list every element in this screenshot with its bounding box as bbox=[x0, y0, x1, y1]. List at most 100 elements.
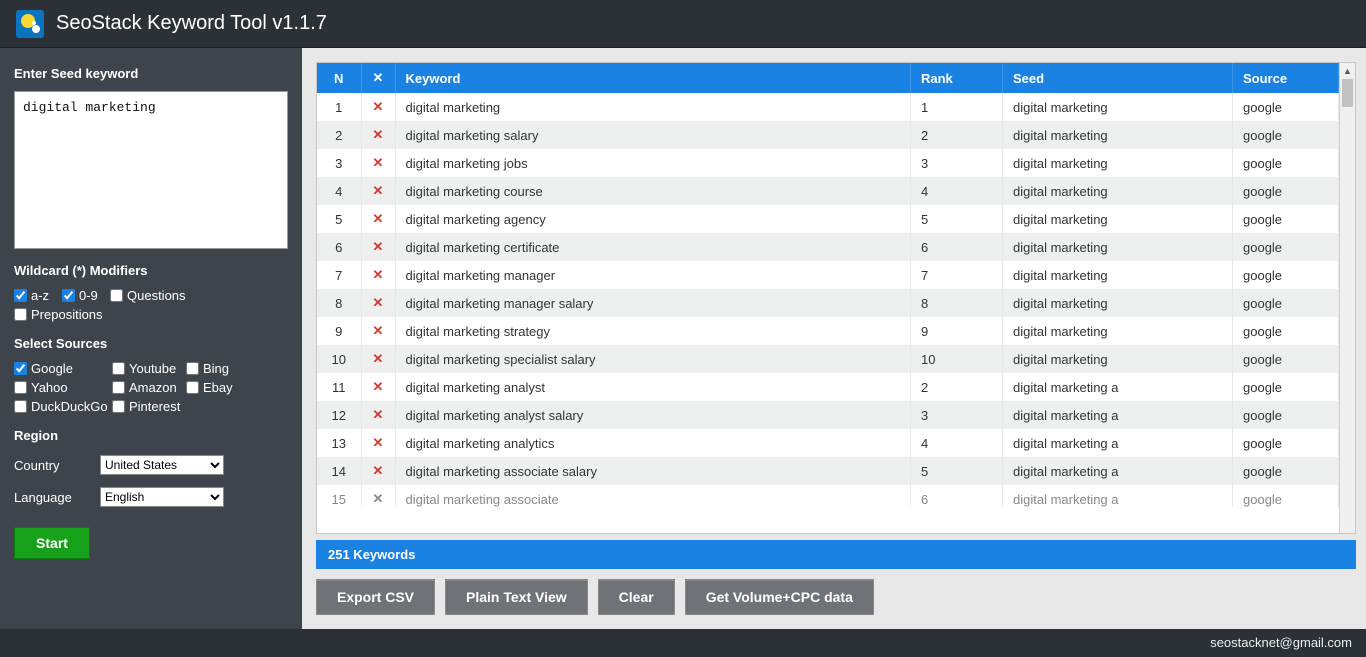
remove-row-icon[interactable]: ✕ bbox=[361, 429, 395, 457]
plain-text-button[interactable]: Plain Text View bbox=[445, 579, 588, 615]
scroll-up-icon[interactable]: ▲ bbox=[1340, 63, 1355, 79]
source-checkbox[interactable] bbox=[14, 381, 27, 394]
modifier-checkbox[interactable] bbox=[14, 308, 27, 321]
start-button[interactable]: Start bbox=[14, 527, 90, 559]
remove-row-icon[interactable]: ✕ bbox=[361, 457, 395, 485]
source-checkbox[interactable] bbox=[14, 400, 27, 413]
cell-n: 9 bbox=[317, 317, 361, 345]
col-header-n[interactable]: N bbox=[317, 63, 361, 93]
remove-row-icon[interactable]: ✕ bbox=[361, 317, 395, 345]
source-youtube[interactable]: Youtube bbox=[112, 361, 184, 376]
col-header-source[interactable]: Source bbox=[1233, 63, 1339, 93]
source-pinterest[interactable]: Pinterest bbox=[112, 399, 184, 414]
cell-source: google bbox=[1233, 177, 1339, 205]
source-label: DuckDuckGo bbox=[31, 399, 108, 414]
remove-row-icon[interactable]: ✕ bbox=[361, 93, 395, 121]
table-row[interactable]: 3✕digital marketing jobs3digital marketi… bbox=[317, 149, 1339, 177]
remove-row-icon[interactable]: ✕ bbox=[361, 373, 395, 401]
volume-cpc-button[interactable]: Get Volume+CPC data bbox=[685, 579, 874, 615]
seed-label: Enter Seed keyword bbox=[14, 66, 288, 81]
cell-source: google bbox=[1233, 261, 1339, 289]
modifier-checkbox[interactable] bbox=[14, 289, 27, 302]
table-row[interactable]: 15✕digital marketing associate6digital m… bbox=[317, 485, 1339, 507]
remove-row-icon[interactable]: ✕ bbox=[361, 401, 395, 429]
country-select[interactable]: United States bbox=[100, 455, 224, 475]
remove-row-icon[interactable]: ✕ bbox=[361, 485, 395, 507]
seed-input[interactable] bbox=[14, 91, 288, 249]
cell-rank: 4 bbox=[911, 429, 1003, 457]
source-label: Ebay bbox=[203, 380, 233, 395]
cell-source: google bbox=[1233, 93, 1339, 121]
modifier-09[interactable]: 0-9 bbox=[62, 288, 108, 303]
remove-row-icon[interactable]: ✕ bbox=[361, 205, 395, 233]
main-panel: N ✕ Keyword Rank Seed Source 1✕digital m… bbox=[302, 48, 1366, 629]
table-row[interactable]: 6✕digital marketing certificate6digital … bbox=[317, 233, 1339, 261]
language-label: Language bbox=[14, 490, 92, 505]
cell-rank: 9 bbox=[911, 317, 1003, 345]
remove-row-icon[interactable]: ✕ bbox=[361, 233, 395, 261]
source-yahoo[interactable]: Yahoo bbox=[14, 380, 110, 395]
cell-n: 4 bbox=[317, 177, 361, 205]
table-row[interactable]: 10✕digital marketing specialist salary10… bbox=[317, 345, 1339, 373]
source-duckduckgo[interactable]: DuckDuckGo bbox=[14, 399, 110, 414]
col-header-keyword[interactable]: Keyword bbox=[395, 63, 911, 93]
clear-button[interactable]: Clear bbox=[598, 579, 675, 615]
cell-rank: 10 bbox=[911, 345, 1003, 373]
cell-keyword: digital marketing agency bbox=[395, 205, 911, 233]
cell-keyword: digital marketing associate bbox=[395, 485, 911, 507]
footer: seostacknet@gmail.com bbox=[0, 629, 1366, 657]
table-row[interactable]: 9✕digital marketing strategy9digital mar… bbox=[317, 317, 1339, 345]
table-row[interactable]: 5✕digital marketing agency5digital marke… bbox=[317, 205, 1339, 233]
source-checkbox[interactable] bbox=[112, 400, 125, 413]
source-checkbox[interactable] bbox=[112, 362, 125, 375]
cell-seed: digital marketing bbox=[1003, 317, 1233, 345]
cell-keyword: digital marketing bbox=[395, 93, 911, 121]
col-header-seed[interactable]: Seed bbox=[1003, 63, 1233, 93]
source-checkbox[interactable] bbox=[112, 381, 125, 394]
remove-row-icon[interactable]: ✕ bbox=[361, 177, 395, 205]
source-label: Amazon bbox=[129, 380, 177, 395]
scroll-thumb[interactable] bbox=[1342, 79, 1353, 107]
export-csv-button[interactable]: Export CSV bbox=[316, 579, 435, 615]
modifier-label: Prepositions bbox=[31, 307, 103, 322]
col-header-remove[interactable]: ✕ bbox=[361, 63, 395, 93]
table-row[interactable]: 2✕digital marketing salary2digital marke… bbox=[317, 121, 1339, 149]
col-header-rank[interactable]: Rank bbox=[911, 63, 1003, 93]
table-row[interactable]: 7✕digital marketing manager7digital mark… bbox=[317, 261, 1339, 289]
summary-bar: 251 Keywords bbox=[316, 540, 1356, 569]
modifier-az[interactable]: a-z bbox=[14, 288, 60, 303]
source-amazon[interactable]: Amazon bbox=[112, 380, 184, 395]
remove-row-icon[interactable]: ✕ bbox=[361, 289, 395, 317]
cell-keyword: digital marketing associate salary bbox=[395, 457, 911, 485]
table-row[interactable]: 12✕digital marketing analyst salary3digi… bbox=[317, 401, 1339, 429]
table-row[interactable]: 1✕digital marketing1digital marketinggoo… bbox=[317, 93, 1339, 121]
table-row[interactable]: 13✕digital marketing analytics4digital m… bbox=[317, 429, 1339, 457]
source-checkbox[interactable] bbox=[186, 362, 199, 375]
cell-seed: digital marketing bbox=[1003, 121, 1233, 149]
table-row[interactable]: 8✕digital marketing manager salary8digit… bbox=[317, 289, 1339, 317]
source-bing[interactable]: Bing bbox=[186, 361, 246, 376]
modifier-label: 0-9 bbox=[79, 288, 98, 303]
remove-row-icon[interactable]: ✕ bbox=[361, 149, 395, 177]
cell-seed: digital marketing bbox=[1003, 261, 1233, 289]
source-google[interactable]: Google bbox=[14, 361, 110, 376]
source-checkbox[interactable] bbox=[14, 362, 27, 375]
cell-seed: digital marketing bbox=[1003, 233, 1233, 261]
remove-row-icon[interactable]: ✕ bbox=[361, 261, 395, 289]
table-row[interactable]: 14✕digital marketing associate salary5di… bbox=[317, 457, 1339, 485]
table-row[interactable]: 11✕digital marketing analyst2digital mar… bbox=[317, 373, 1339, 401]
modifier-checkbox[interactable] bbox=[110, 289, 123, 302]
table-scrollbar[interactable]: ▲ bbox=[1339, 63, 1355, 533]
table-row[interactable]: 4✕digital marketing course4digital marke… bbox=[317, 177, 1339, 205]
source-checkbox[interactable] bbox=[186, 381, 199, 394]
language-select[interactable]: English bbox=[100, 487, 224, 507]
remove-row-icon[interactable]: ✕ bbox=[361, 345, 395, 373]
modifier-prepositions[interactable]: Prepositions bbox=[14, 307, 124, 322]
remove-row-icon[interactable]: ✕ bbox=[361, 121, 395, 149]
cell-n: 11 bbox=[317, 373, 361, 401]
cell-n: 8 bbox=[317, 289, 361, 317]
cell-seed: digital marketing bbox=[1003, 205, 1233, 233]
modifier-questions[interactable]: Questions bbox=[110, 288, 220, 303]
source-ebay[interactable]: Ebay bbox=[186, 380, 246, 395]
modifier-checkbox[interactable] bbox=[62, 289, 75, 302]
